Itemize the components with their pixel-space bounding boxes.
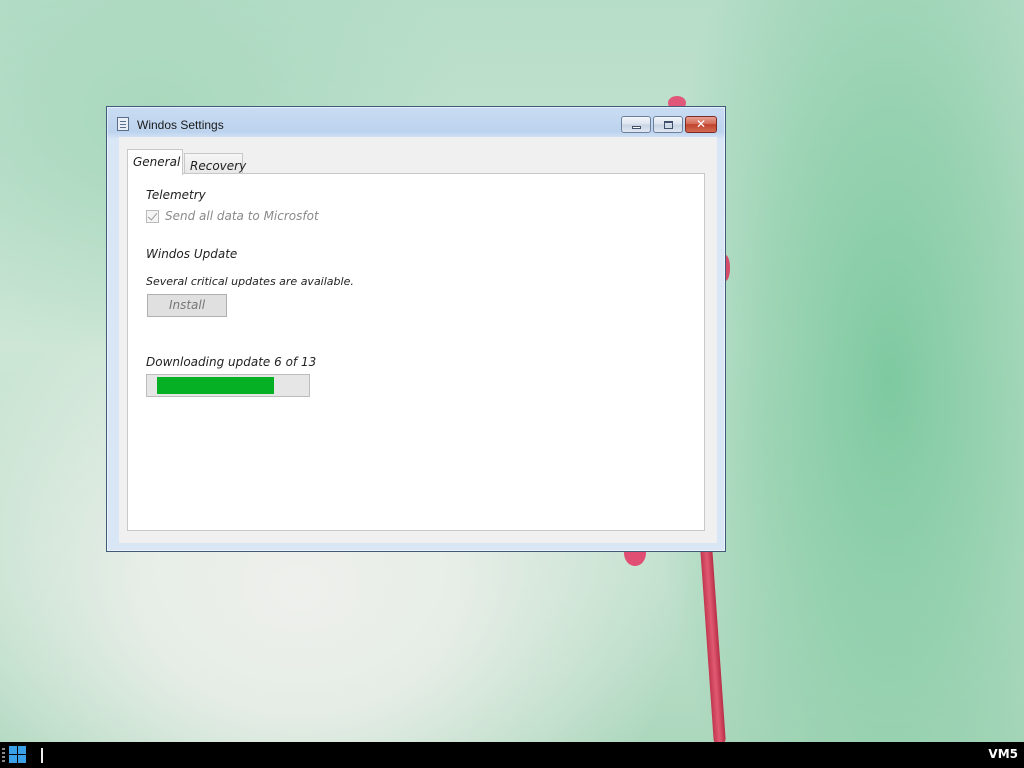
close-icon: ✕ bbox=[695, 117, 707, 131]
start-button[interactable] bbox=[9, 746, 27, 764]
tab-panel-general: Telemetry Send all data to Microsfot Win… bbox=[127, 173, 705, 531]
install-button[interactable]: Install bbox=[147, 294, 227, 317]
update-heading: Windos Update bbox=[146, 247, 238, 261]
minimize-button[interactable] bbox=[621, 116, 651, 133]
download-progress-fill bbox=[157, 377, 274, 394]
window-controls: ✕ bbox=[619, 116, 717, 134]
window-client-area: General Recovery Telemetry Send all data… bbox=[119, 137, 717, 543]
vm-label: VM5 bbox=[988, 747, 1018, 761]
text-cursor bbox=[41, 748, 43, 763]
taskbar-grip[interactable] bbox=[2, 748, 5, 762]
telemetry-heading: Telemetry bbox=[146, 188, 206, 202]
settings-window: Windos Settings ✕ General Recovery Telem… bbox=[106, 106, 726, 552]
window-title: Windos Settings bbox=[137, 118, 224, 132]
download-progress-bar bbox=[146, 374, 310, 397]
tab-general[interactable]: General bbox=[127, 149, 183, 175]
telemetry-checkbox[interactable] bbox=[146, 210, 159, 223]
update-message: Several critical updates are available. bbox=[146, 275, 354, 288]
minimize-icon bbox=[622, 117, 650, 132]
title-bar[interactable]: Windos Settings ✕ bbox=[107, 107, 725, 137]
wallpaper-flower-stem bbox=[700, 544, 726, 746]
telemetry-checkbox-label: Send all data to Microsfot bbox=[165, 209, 319, 223]
download-status: Downloading update 6 of 13 bbox=[146, 355, 317, 369]
taskbar: VM5 bbox=[0, 742, 1024, 768]
close-button[interactable]: ✕ bbox=[685, 116, 717, 133]
app-icon bbox=[117, 117, 129, 131]
maximize-icon bbox=[654, 117, 682, 132]
tab-recovery[interactable]: Recovery bbox=[184, 153, 246, 175]
maximize-button[interactable] bbox=[653, 116, 683, 133]
